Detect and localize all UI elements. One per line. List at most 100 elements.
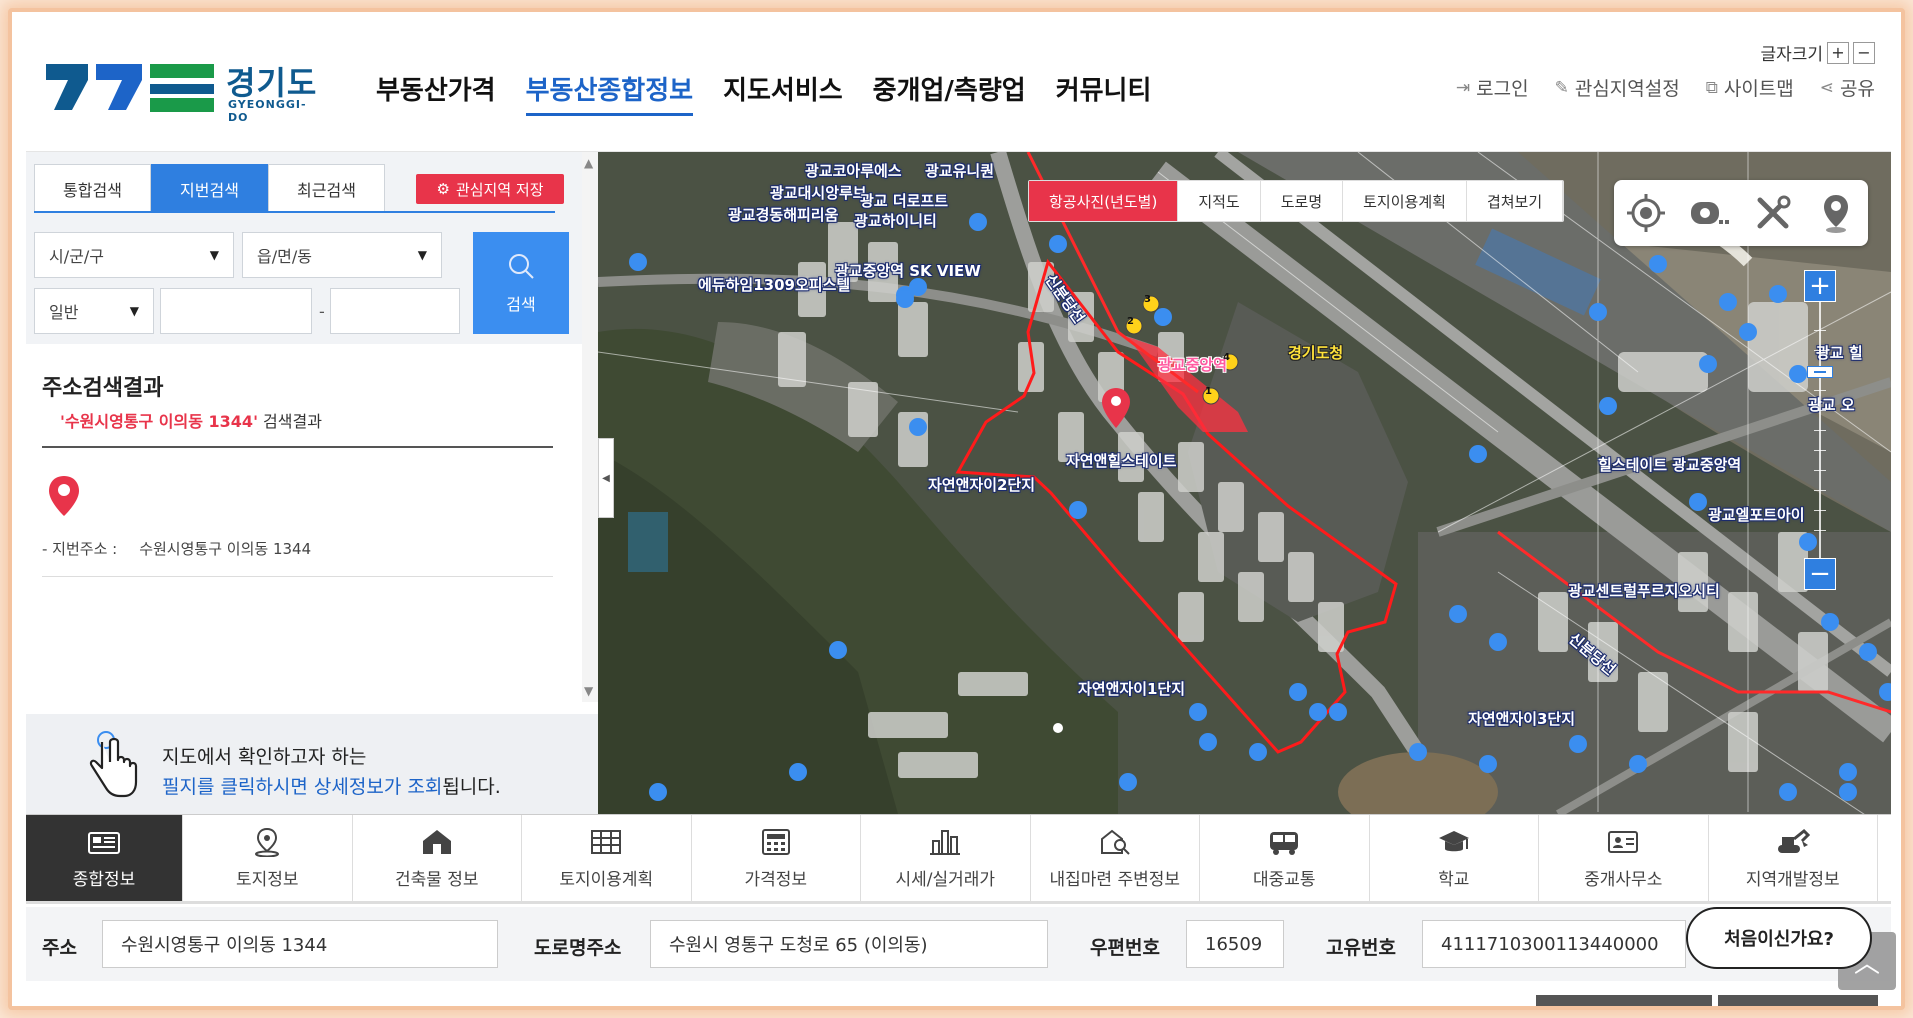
- panel-collapse-button[interactable]: ◀: [598, 438, 614, 518]
- jibun-address-row[interactable]: - 지번주소 : 수원시영통구 이의동 1344: [42, 538, 311, 559]
- result-divider: [42, 446, 553, 448]
- zoom-slider-handle[interactable]: [1807, 366, 1833, 378]
- map-label[interactable]: 자연앤자이3단지: [1468, 708, 1575, 729]
- map-label[interactable]: 광교센트럴푸르지오시티: [1568, 580, 1720, 601]
- dong-select[interactable]: 읍/면/동 ▼: [242, 232, 442, 278]
- aerial-map[interactable]: 광교코아루에스 광교유니퀀 광교대시앙루브 광교 더로프트 광교경동해피리움 광…: [598, 152, 1891, 814]
- map-label[interactable]: 자연앤자이1단지: [1078, 678, 1185, 699]
- category-regional-development[interactable]: 지역개발정보: [1709, 815, 1878, 901]
- main-number-input[interactable]: [160, 288, 312, 334]
- location-pin-icon[interactable]: [46, 474, 82, 518]
- result-suffix: 검색결과: [257, 412, 322, 431]
- font-size-plus-button[interactable]: +: [1827, 41, 1849, 64]
- category-bar: 종합정보 토지정보 건축물 정보 토지이용계획 가격정보 시세/실거래가 내집마…: [26, 814, 1891, 904]
- search-button-label: 검색: [506, 295, 536, 314]
- nav-item-community[interactable]: 커뮤니티: [1056, 70, 1152, 116]
- category-land-use-plan[interactable]: 토지이용계획: [522, 815, 692, 901]
- map-tool-panel: [1614, 180, 1868, 246]
- nav-item-price[interactable]: 부동산가격: [376, 70, 496, 116]
- category-public-transit[interactable]: 대중교통: [1200, 815, 1370, 901]
- util-share[interactable]: ⋖ 공유: [1820, 74, 1875, 101]
- measure-icon[interactable]: [1687, 191, 1731, 235]
- zoom-tick: [1814, 470, 1826, 471]
- map-label[interactable]: 광교엘포트아이: [1708, 504, 1805, 525]
- map-tab-road-name[interactable]: 도로명: [1261, 181, 1344, 221]
- subway-exit-number: 1: [1205, 386, 1212, 397]
- info-grid-icon: [88, 831, 120, 854]
- utility-menu: ⇥ 로그인 ✎ 관심지역설정 ⧉ 사이트맵 ⋖ 공유: [1456, 74, 1875, 101]
- map-label[interactable]: 경기도청: [1288, 342, 1343, 363]
- util-sitemap-label: 사이트맵: [1723, 78, 1794, 100]
- tab-integrated-search[interactable]: 통합검색: [34, 164, 151, 212]
- util-sitemap[interactable]: ⧉ 사이트맵: [1706, 74, 1794, 101]
- category-market-price[interactable]: 시세/실거래가: [861, 815, 1031, 901]
- nav-item-broker[interactable]: 중개업/측량업: [873, 70, 1026, 116]
- map-label[interactable]: 자연앤힐스테이트: [1066, 450, 1176, 471]
- first-visit-button[interactable]: 처음이신가요?: [1686, 907, 1872, 969]
- chevron-down-icon: ▼: [209, 248, 219, 262]
- zip-field[interactable]: 16509: [1186, 920, 1284, 968]
- bottom-tab[interactable]: [1718, 995, 1878, 1006]
- nav-item-total-info[interactable]: 부동산종합정보: [525, 70, 694, 116]
- map-label[interactable]: 광교경동해피리움: [728, 204, 838, 225]
- search-button[interactable]: 검색: [473, 232, 569, 334]
- category-price-info[interactable]: 가격정보: [692, 815, 861, 901]
- zoom-out-button[interactable]: −: [1804, 558, 1836, 590]
- road-addr-field[interactable]: 수원시 영통구 도청로 65 (이의동): [650, 920, 1048, 968]
- map-label[interactable]: 광교유니퀀: [925, 160, 994, 181]
- search-box: 통합검색 지번검색 최근검색 ⚙ 관심지역 저장 시/군/구 ▼ 읍/면/동 ▼…: [26, 152, 598, 344]
- search-tabs: 통합검색 지번검색 최근검색: [34, 164, 385, 212]
- category-land-info[interactable]: 토지정보: [183, 815, 353, 901]
- map-label[interactable]: 광교중앙역 SK VIEW: [835, 260, 981, 281]
- font-size-minus-button[interactable]: −: [1853, 41, 1875, 64]
- house-search-icon: [1100, 829, 1130, 855]
- building-icon: [422, 829, 451, 854]
- map-tab-overlay[interactable]: 겹쳐보기: [1467, 181, 1564, 221]
- save-interest-label: 관심지역 저장: [455, 180, 544, 199]
- map-label[interactable]: 광교하이니티: [854, 210, 937, 231]
- category-home-surroundings[interactable]: 내집마련 주변정보: [1031, 815, 1200, 901]
- map-tab-land-use[interactable]: 토지이용계획: [1343, 181, 1467, 221]
- map-tab-cadastral[interactable]: 지적도: [1178, 181, 1261, 221]
- util-interest-area[interactable]: ✎ 관심지역설정: [1555, 74, 1680, 101]
- land-type-select[interactable]: 일반 ▼: [34, 288, 154, 334]
- category-label: 시세/실거래가: [895, 869, 996, 890]
- save-interest-area-button[interactable]: ⚙ 관심지역 저장: [416, 174, 564, 204]
- zoom-tick: [1814, 510, 1826, 511]
- zoom-in-button[interactable]: +: [1804, 270, 1836, 302]
- map-label[interactable]: 광교코아루에스: [805, 160, 902, 181]
- window-frame: 경기도 GYEONGGI-DO 부동산가격 부동산종합정보 지도서비스 중개업/…: [8, 8, 1905, 1010]
- search-icon: [509, 254, 534, 279]
- street-view-icon[interactable]: [1814, 191, 1858, 235]
- category-building-info[interactable]: 건축물 정보: [353, 815, 522, 901]
- category-school[interactable]: 학교: [1370, 815, 1539, 901]
- tab-recent-search[interactable]: 최근검색: [268, 164, 385, 212]
- tab-jibun-search[interactable]: 지번검색: [151, 164, 268, 212]
- addr-field[interactable]: 수원시영통구 이의동 1344: [102, 920, 498, 968]
- sub-number-input[interactable]: [330, 288, 460, 334]
- bottom-strip: [26, 981, 1891, 1006]
- map-label[interactable]: 광교대시앙루브: [770, 182, 867, 203]
- util-share-label: 공유: [1840, 78, 1875, 100]
- map-tab-aerial[interactable]: 항공사진(년도별): [1029, 181, 1179, 221]
- map-label[interactable]: 자연앤자이2단지: [928, 474, 1035, 495]
- location-target-icon[interactable]: [1624, 191, 1668, 235]
- school-icon: [1438, 830, 1469, 851]
- category-total-info[interactable]: 종합정보: [26, 815, 183, 901]
- category-brokerage[interactable]: 중개사무소: [1539, 815, 1709, 901]
- map-label[interactable]: 광교 더로프트: [860, 190, 948, 211]
- uid-field[interactable]: 4111710300113440000: [1422, 920, 1686, 968]
- scroll-down-icon[interactable]: ▼: [584, 684, 593, 698]
- map-label[interactable]: 에듀하임1309오피스텔: [698, 274, 850, 295]
- tools-icon[interactable]: [1751, 191, 1795, 235]
- map-label[interactable]: 광교중앙역: [1158, 354, 1227, 375]
- bottom-tab[interactable]: [1536, 995, 1712, 1006]
- gyeonggi-logo[interactable]: 경기도 GYEONGGI-DO: [46, 52, 326, 124]
- scroll-up-icon[interactable]: ▲: [584, 156, 593, 170]
- pin-icon: ✎: [1554, 77, 1569, 98]
- nav-item-map-service[interactable]: 지도서비스: [723, 70, 843, 116]
- map-label[interactable]: 힐스테이트 광교중앙역: [1598, 454, 1741, 475]
- sido-select[interactable]: 시/군/구 ▼: [34, 232, 234, 278]
- left-scrollbar[interactable]: [582, 152, 598, 702]
- util-login[interactable]: ⇥ 로그인: [1456, 74, 1529, 101]
